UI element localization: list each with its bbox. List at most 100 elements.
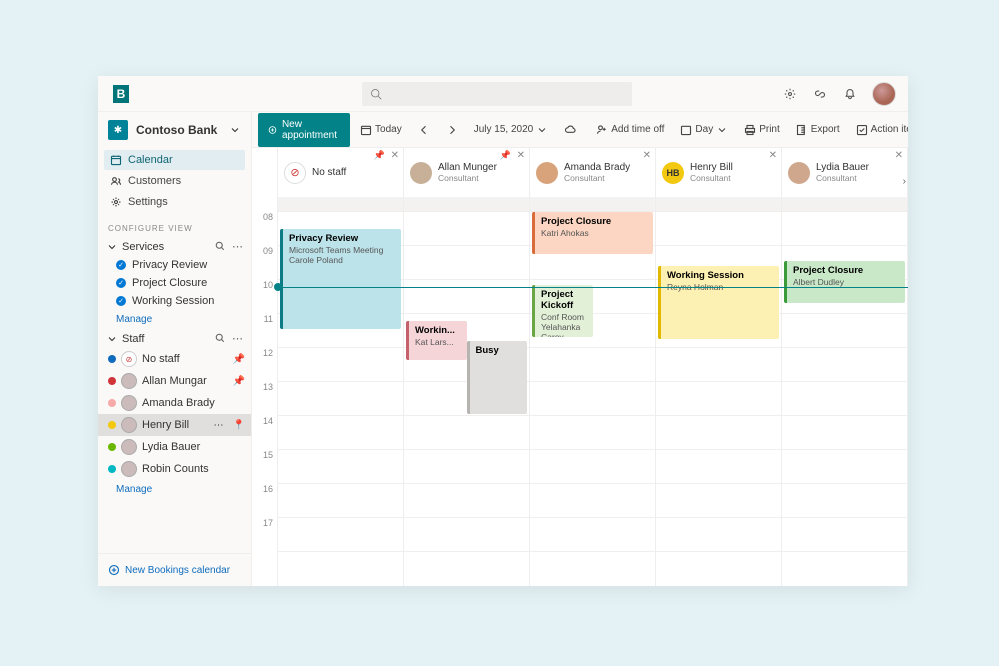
time-cell[interactable] [530,518,655,552]
calendar-event[interactable]: Working SessionReyna Holman [658,266,779,339]
weather-button[interactable] [558,120,582,140]
new-bookings-calendar[interactable]: New Bookings calendar [98,553,251,586]
time-cell[interactable] [404,484,529,518]
export-button[interactable]: Export [790,120,846,140]
close-icon[interactable]: ✕ [517,150,525,161]
calendar-event[interactable]: Busy [467,341,528,414]
now-indicator [278,287,908,288]
time-cell[interactable] [404,280,529,314]
staff-header[interactable]: Staff ⋯ [98,329,251,348]
search-icon [370,88,382,100]
scroll-right-button[interactable]: › [903,176,906,187]
nav-calendar[interactable]: Calendar [104,150,245,170]
time-cell[interactable] [656,518,781,552]
more-icon[interactable]: ⋯ [232,332,243,345]
time-cell[interactable] [530,382,655,416]
column-body[interactable]: Working SessionReyna Holman [656,198,781,586]
staff-item[interactable]: ⊘No staff📌 [98,348,251,370]
close-icon[interactable]: ✕ [391,150,399,161]
action-items-button[interactable]: Action items ✓ [850,120,908,140]
staff-item[interactable]: Allan Mungar📌 [98,370,251,392]
time-cell[interactable] [782,212,907,246]
time-cell[interactable] [278,518,403,552]
service-item[interactable]: ✓Privacy Review [98,256,251,274]
service-item[interactable]: ✓Project Closure [98,274,251,292]
manage-services-link[interactable]: Manage [98,310,251,329]
search-icon[interactable] [214,332,226,344]
more-icon[interactable]: ⋯ [214,420,224,431]
time-cell[interactable] [530,450,655,484]
today-button[interactable]: Today [354,120,408,140]
more-icon[interactable]: ⋯ [232,240,243,253]
next-day-button[interactable] [440,120,464,140]
view-picker[interactable]: Day [674,120,734,140]
time-cell[interactable] [656,348,781,382]
close-icon[interactable]: ✕ [643,150,651,161]
time-cell[interactable] [404,518,529,552]
staff-item[interactable]: Robin Counts [98,458,251,480]
pin-outline-icon[interactable]: 📍 [233,420,245,431]
close-icon[interactable]: ✕ [769,150,777,161]
time-cell[interactable] [404,246,529,280]
time-cell[interactable] [782,416,907,450]
user-avatar[interactable] [872,82,896,106]
search-input[interactable] [362,82,632,106]
time-cell[interactable] [530,416,655,450]
pin-icon[interactable]: 📌 [233,354,245,365]
gear-icon[interactable] [782,86,798,102]
org-picker[interactable]: ✱ Contoso Bank [98,112,251,148]
date-picker[interactable]: July 15, 2020 [468,120,555,140]
time-cell[interactable] [656,382,781,416]
manage-staff-link[interactable]: Manage [98,480,251,499]
time-cell[interactable] [278,450,403,484]
time-cell[interactable] [278,348,403,382]
nav-customers[interactable]: Customers [104,171,245,191]
time-cell[interactable] [656,212,781,246]
time-cell[interactable] [656,416,781,450]
calendar-event[interactable]: Project ClosureKatri Ahokas [532,212,653,254]
column-body[interactable]: Privacy ReviewMicrosoft Teams MeetingCar… [278,198,403,586]
time-cell[interactable] [404,416,529,450]
print-button[interactable]: Print [738,120,786,140]
time-cell[interactable] [278,416,403,450]
time-cell[interactable] [782,348,907,382]
pin-icon[interactable]: 📌 [374,150,385,161]
time-cell[interactable] [782,518,907,552]
staff-item[interactable]: Lydia Bauer [98,436,251,458]
no-staff-icon: ⊘ [284,162,306,184]
add-time-off-button[interactable]: Add time off [590,120,670,140]
close-icon[interactable]: ✕ [895,150,903,161]
time-cell[interactable] [782,382,907,416]
column-body[interactable]: Workin...Kat Lars...Busy [404,198,529,586]
prev-day-button[interactable] [412,120,436,140]
time-cell[interactable] [782,314,907,348]
time-cell[interactable] [278,484,403,518]
people-icon [110,175,122,187]
search-icon[interactable] [214,240,226,252]
pin-icon[interactable]: 📌 [233,376,245,387]
time-cell[interactable] [782,450,907,484]
time-cell[interactable] [530,484,655,518]
calendar-event[interactable]: Project KickoffConf Room YelahankaCarey … [532,285,593,337]
time-cell[interactable] [530,348,655,382]
time-cell[interactable] [656,450,781,484]
pin-icon[interactable]: 📌 [500,150,511,161]
column-body[interactable]: Project ClosureKatri Ahokas Project Kicko… [530,198,655,586]
new-appointment-button[interactable]: New appointment [258,113,350,147]
staff-item[interactable]: Amanda Brady [98,392,251,414]
nav-settings[interactable]: Settings [104,192,245,212]
calendar-event[interactable]: Project ClosureAlbert Dudley [784,261,905,303]
calendar-event[interactable]: Privacy ReviewMicrosoft Teams MeetingCar… [280,229,401,329]
time-cell[interactable] [404,212,529,246]
time-cell[interactable] [656,484,781,518]
link-icon[interactable] [812,86,828,102]
time-cell[interactable] [278,382,403,416]
time-cell[interactable] [782,484,907,518]
staff-item[interactable]: Henry Bill⋯📍 [98,414,251,436]
services-header[interactable]: Services ⋯ [98,237,251,256]
time-cell[interactable] [404,450,529,484]
calendar-event[interactable]: Workin...Kat Lars... [406,321,467,360]
service-item[interactable]: ✓Working Session [98,292,251,310]
bell-icon[interactable] [842,86,858,102]
column-body[interactable]: Project ClosureAlbert Dudley [782,198,907,586]
